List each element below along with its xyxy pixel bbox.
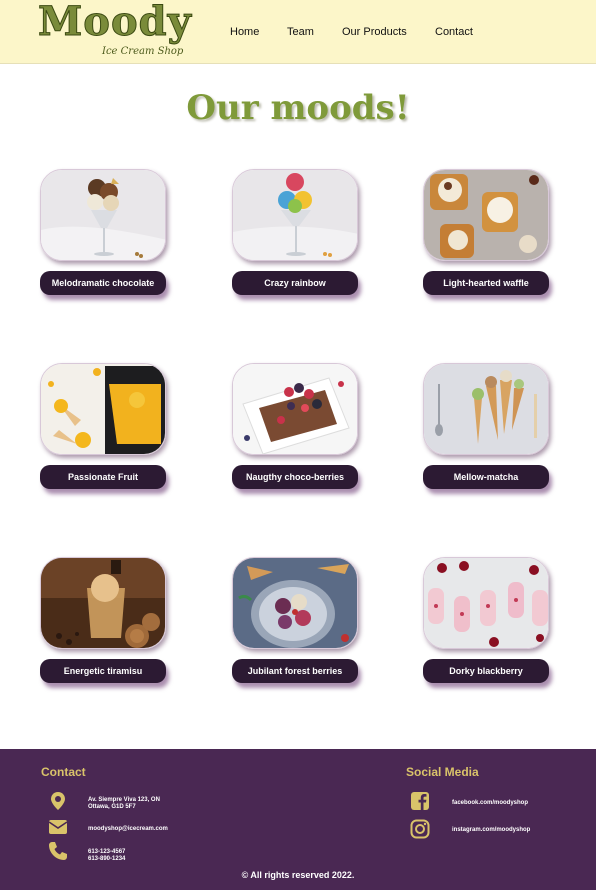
product-image[interactable] [40,557,166,649]
instagram-link[interactable]: instagram.com/moodyshop [452,827,530,834]
facebook-link[interactable]: facebook.com/moodyshop [452,800,528,807]
product-image[interactable] [40,363,166,455]
product-card: Jubilant forest berries [232,557,358,683]
product-card: Melodramatic chocolate [40,169,166,295]
product-card: Naugthy choco-berries [232,363,358,489]
product-image[interactable] [423,169,549,261]
instagram-icon[interactable] [410,819,430,839]
nav-contact[interactable]: Contact [435,26,473,38]
product-image[interactable] [232,557,358,649]
product-card: Dorky blackberry [423,557,549,683]
site-footer: Contact Av. Siempre Viva 123, ON Ottawa,… [0,749,596,890]
logo-subtitle: Ice Cream Shop [102,46,184,57]
copyright-text: © All rights reserved 2022. [241,870,355,880]
product-button[interactable]: Jubilant forest berries [232,659,358,683]
product-image[interactable] [423,557,549,649]
product-button[interactable]: Naugthy choco-berries [232,465,358,489]
phone-icon [49,842,67,860]
location-pin-icon [51,792,65,810]
product-image[interactable] [423,363,549,455]
nav-home[interactable]: Home [230,26,259,38]
logo-text: Moody [38,0,192,46]
product-button[interactable]: Mellow-matcha [423,465,549,489]
page-title: Our moods! [186,88,410,128]
product-card: Passionate Fruit [40,363,166,489]
phone-number-2[interactable]: 613-890-1234 [88,856,125,863]
product-card: Light-hearted waffle [423,169,549,295]
product-card: Mellow-matcha [423,363,549,489]
product-button[interactable]: Melodramatic chocolate [40,271,166,295]
email-link[interactable]: moodyshop@icecream.com [88,826,168,833]
nav-team[interactable]: Team [287,26,314,38]
product-image[interactable] [232,363,358,455]
product-card: Crazy rainbow [232,169,358,295]
product-button[interactable]: Crazy rainbow [232,271,358,295]
product-button[interactable]: Dorky blackberry [423,659,549,683]
product-button[interactable]: Passionate Fruit [40,465,166,489]
logo[interactable]: Moody Ice Cream Shop [38,0,192,62]
contact-heading: Contact [41,765,86,779]
social-media-heading: Social Media [406,765,479,779]
product-image[interactable] [232,169,358,261]
site-header: Moody Ice Cream Shop Home Team Our Produ… [0,0,596,64]
address-line-2: Ottawa, G1D 5F7 [88,804,136,810]
product-image[interactable] [40,169,166,261]
nav-our-products[interactable]: Our Products [342,26,407,38]
product-button[interactable]: Energetic tiramisu [40,659,166,683]
envelope-icon [48,820,68,834]
address-line-1: Av. Siempre Viva 123, ON [88,797,160,803]
product-button[interactable]: Light-hearted waffle [423,271,549,295]
phone-number-1[interactable]: 613-123-4567 [88,849,125,856]
product-card: Energetic tiramisu [40,557,166,683]
facebook-icon[interactable] [410,791,430,811]
